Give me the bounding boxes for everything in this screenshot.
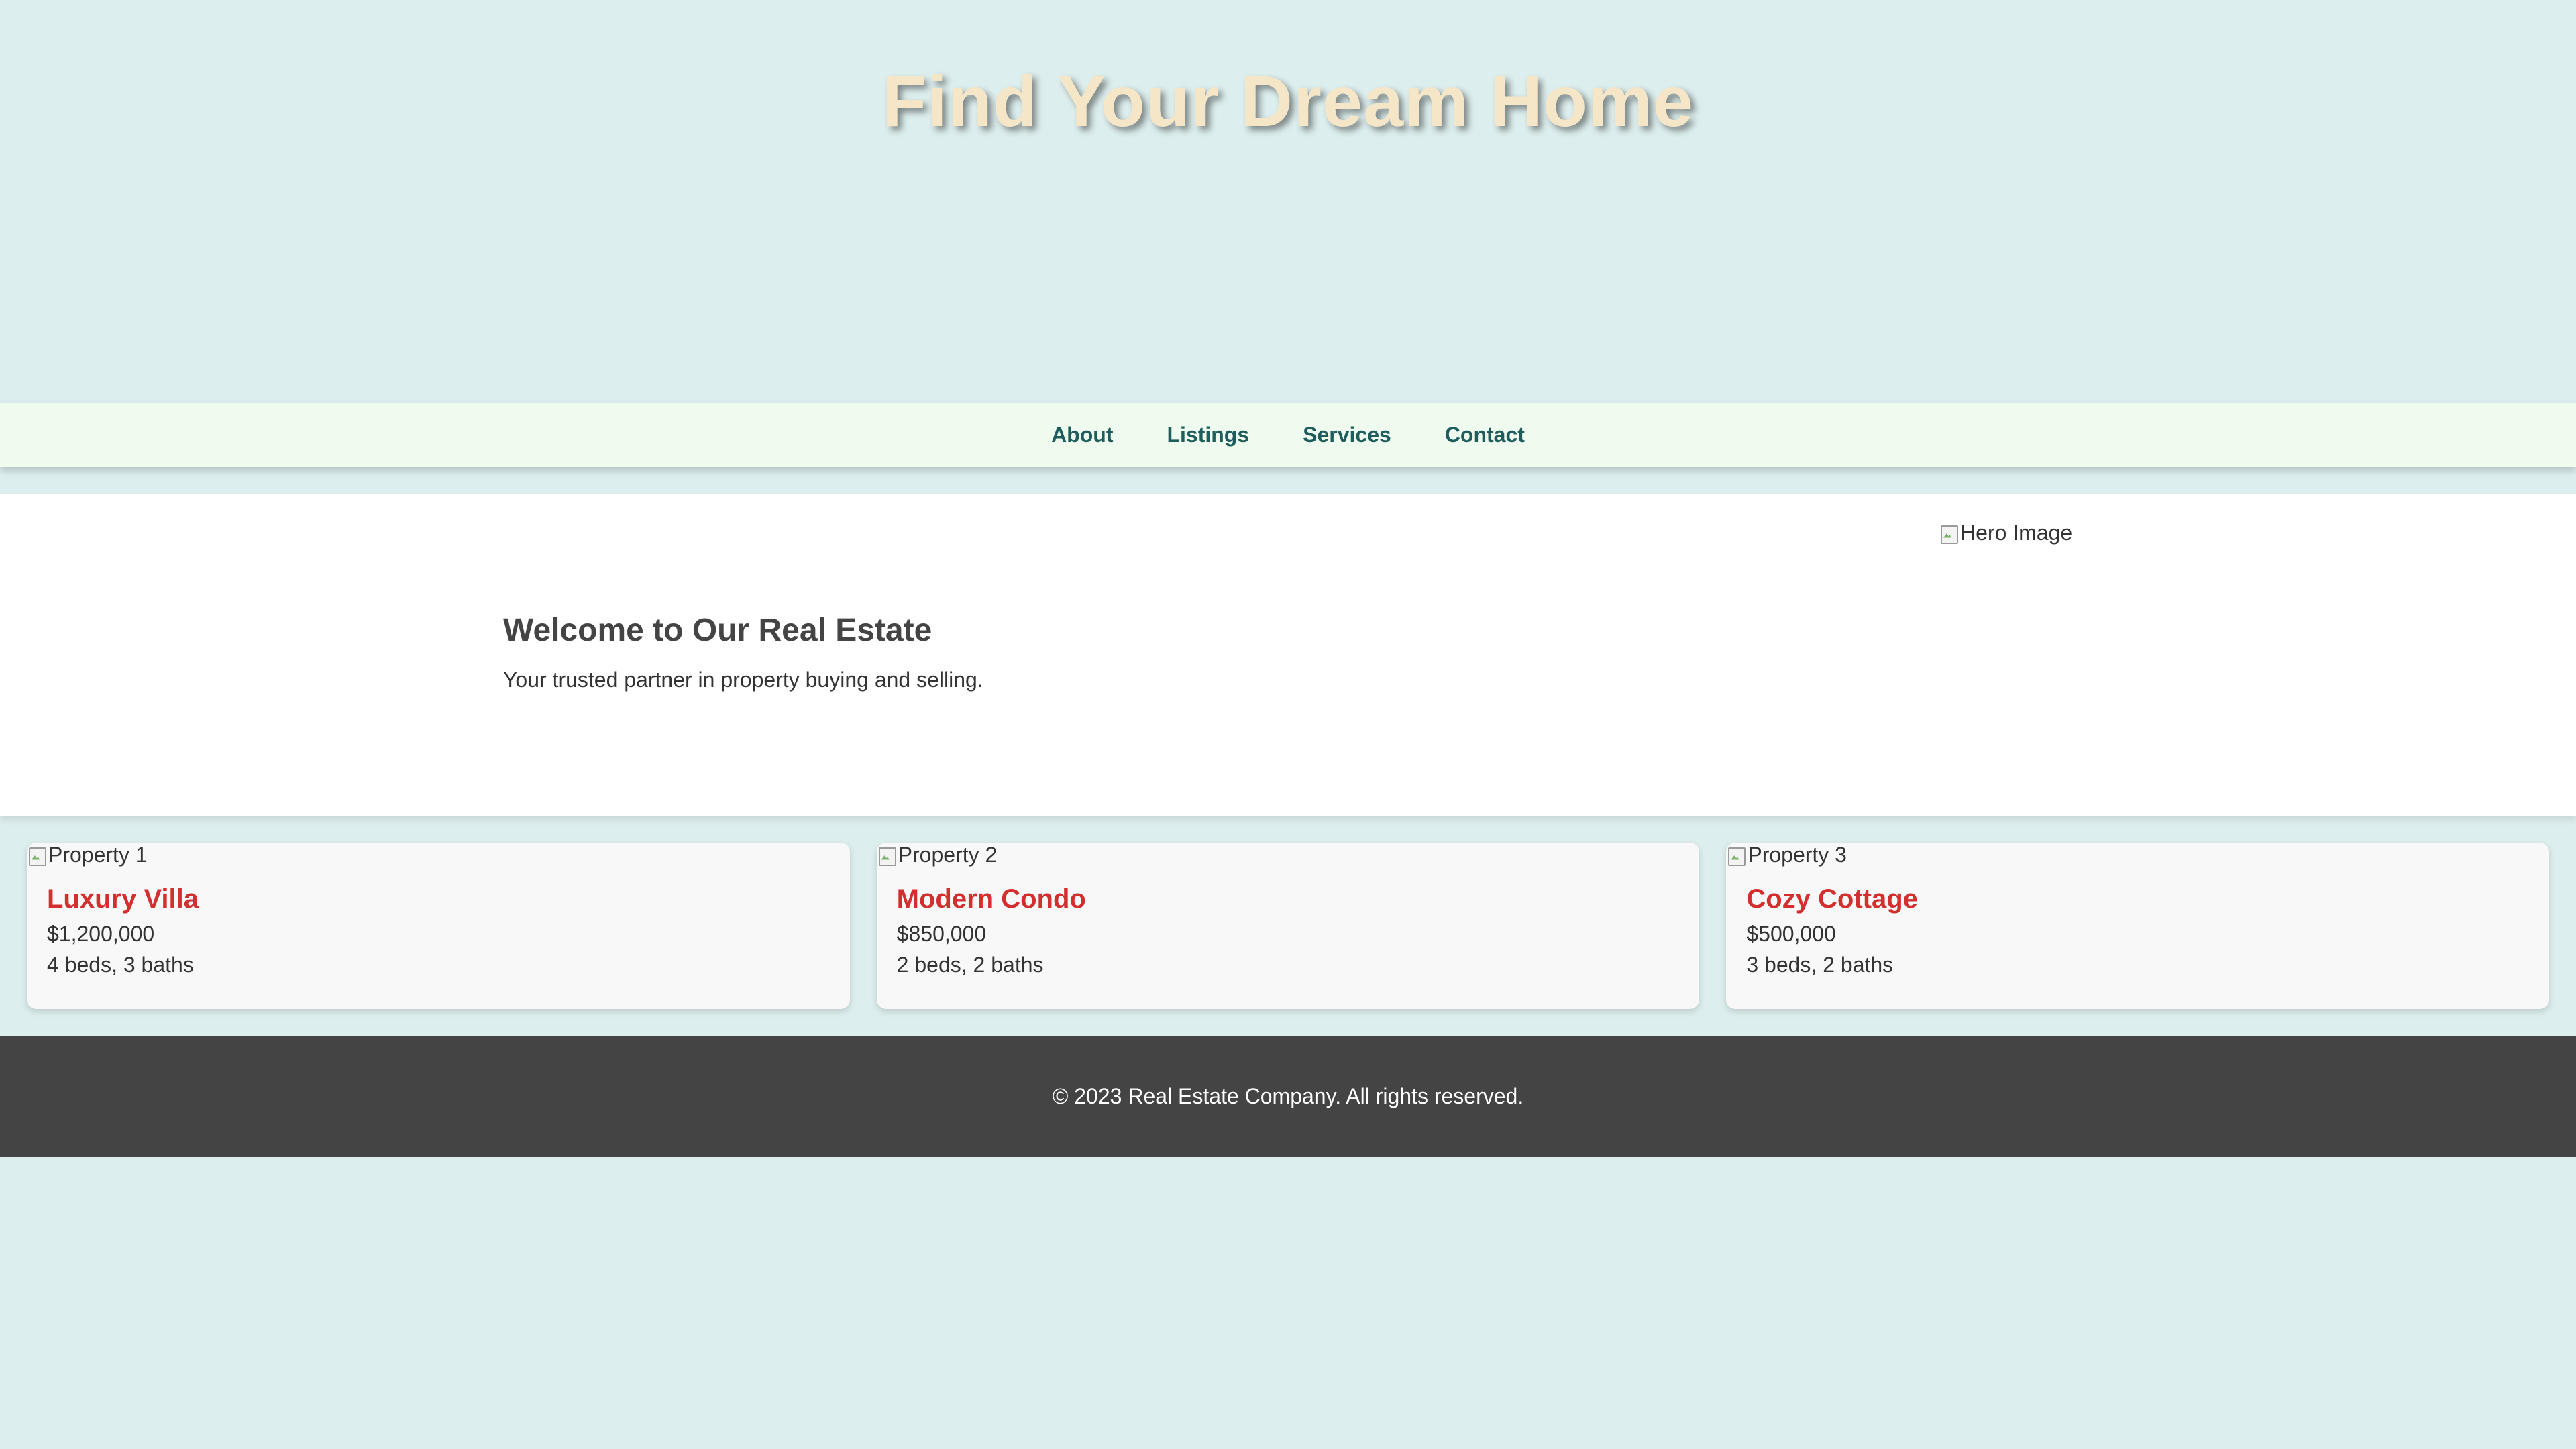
property-name: Luxury Villa xyxy=(47,884,199,914)
main-nav: About Listings Services Contact xyxy=(0,402,2576,467)
broken-image-icon xyxy=(1939,523,1959,544)
property-details: 3 beds, 2 baths xyxy=(1746,953,1894,977)
broken-image-icon xyxy=(877,845,897,866)
property-image-alt: Property 3 xyxy=(1748,843,1847,867)
property-card[interactable]: Property 2 Modern Condo $850,000 2 beds,… xyxy=(876,843,1700,1009)
property-card-body: Modern Condo $850,000 2 beds, 2 baths xyxy=(897,884,1086,980)
property-card[interactable]: Property 3 Cozy Cottage $500,000 3 beds,… xyxy=(1726,843,2550,1009)
footer-copyright: © 2023 Real Estate Company. All rights r… xyxy=(1052,1083,1524,1108)
page-header: Find Your Dream Home xyxy=(0,0,2576,402)
property-image-alt: Property 1 xyxy=(48,843,148,867)
property-listings: Property 1 Luxury Villa $1,200,000 4 bed… xyxy=(27,843,2550,1009)
property-image-alt: Property 2 xyxy=(898,843,998,867)
property-image: Property 2 xyxy=(877,843,998,867)
property-card[interactable]: Property 1 Luxury Villa $1,200,000 4 bed… xyxy=(27,843,850,1009)
broken-image-icon xyxy=(1726,845,1746,866)
property-name: Modern Condo xyxy=(896,884,1086,914)
property-details: 4 beds, 3 baths xyxy=(47,953,194,977)
hero-title: Find Your Dream Home xyxy=(881,60,1695,142)
nav-link-about[interactable]: About xyxy=(1024,423,1140,447)
property-price: $850,000 xyxy=(896,922,987,946)
property-image: Property 3 xyxy=(1726,843,1847,867)
broken-image-icon xyxy=(27,845,47,866)
nav-link-contact[interactable]: Contact xyxy=(1418,423,1552,447)
property-card-body: Luxury Villa $1,200,000 4 beds, 3 baths xyxy=(47,884,199,980)
property-image: Property 1 xyxy=(27,843,148,867)
property-card-body: Cozy Cottage $500,000 3 beds, 2 baths xyxy=(1746,884,1918,980)
page-footer: © 2023 Real Estate Company. All rights r… xyxy=(0,1036,2576,1157)
welcome-text: Welcome to Our Real Estate Your trusted … xyxy=(503,612,983,692)
property-price: $1,200,000 xyxy=(47,922,155,946)
welcome-heading: Welcome to Our Real Estate xyxy=(503,612,932,648)
nav-link-listings[interactable]: Listings xyxy=(1140,423,1276,447)
property-price: $500,000 xyxy=(1746,922,1836,946)
welcome-tagline: Your trusted partner in property buying … xyxy=(503,667,983,692)
hero-image-alt: Hero Image xyxy=(1960,521,2073,545)
welcome-section: Welcome to Our Real Estate Your trusted … xyxy=(0,494,2576,816)
property-details: 2 beds, 2 baths xyxy=(896,953,1044,977)
nav-link-services[interactable]: Services xyxy=(1276,423,1418,447)
hero-image: Hero Image xyxy=(1939,521,2072,545)
property-name: Cozy Cottage xyxy=(1746,884,1918,914)
